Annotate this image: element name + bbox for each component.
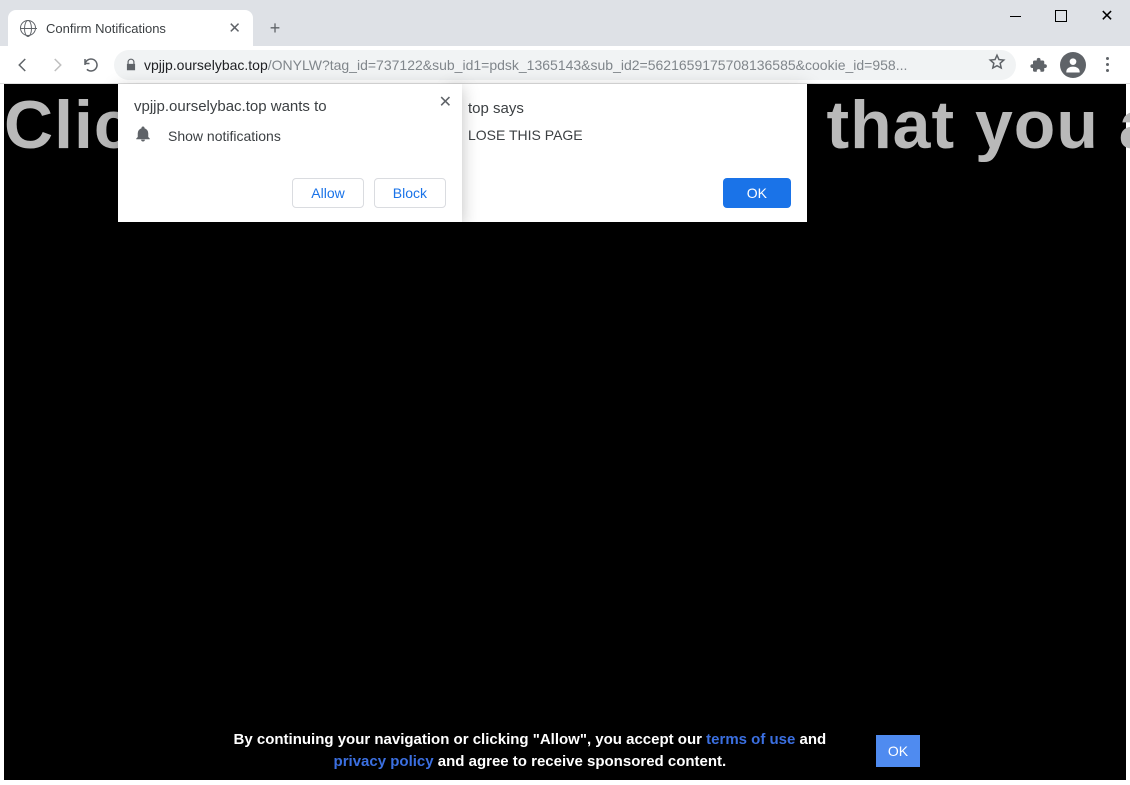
privacy-link[interactable]: privacy policy [334,753,434,770]
alert-ok-button[interactable]: OK [723,178,791,208]
prompt-permission-label: Show notifications [168,128,281,144]
menu-button[interactable] [1090,50,1124,80]
prompt-origin: vpjjp.ourselybac.top wants to [118,84,462,121]
consent-post: and agree to receive sponsored content. [434,753,727,770]
url-text: vpjjp.ourselybac.top/ONYLW?tag_id=737122… [144,57,980,73]
lock-icon [124,58,138,72]
notification-permission-prompt: ✕ vpjjp.ourselybac.top wants to Show not… [118,84,462,222]
consent-ok-button[interactable]: OK [876,735,920,767]
url-path: /ONYLW?tag_id=737122&sub_id1=pdsk_136514… [268,57,908,73]
consent-bar: By continuing your navigation or clickin… [4,722,1126,780]
terms-link[interactable]: terms of use [706,731,795,748]
new-tab-button[interactable]: + [261,14,289,42]
tab-title: Confirm Notifications [46,21,166,36]
forward-button[interactable] [40,50,74,80]
window-controls: ✕ [992,0,1130,32]
bookmark-star-icon[interactable] [988,53,1006,76]
window-maximize-button[interactable] [1038,0,1084,32]
prompt-close-icon[interactable]: ✕ [439,92,452,112]
consent-and: and [795,731,826,748]
window-minimize-button[interactable] [992,0,1038,32]
consent-pre: By continuing your navigation or clickin… [234,731,707,748]
url-host: vpjjp.ourselybac.top [144,57,268,73]
back-button[interactable] [6,50,40,80]
allow-button[interactable]: Allow [292,178,363,208]
toolbar: vpjjp.ourselybac.top/ONYLW?tag_id=737122… [0,46,1130,84]
profile-avatar[interactable] [1060,52,1086,78]
alert-title: top says [468,100,791,117]
reload-button[interactable] [74,50,108,80]
window-close-button[interactable]: ✕ [1084,0,1130,32]
globe-icon [20,20,36,36]
bell-icon [134,125,152,146]
javascript-alert: top says LOSE THIS PAGE OK [452,84,807,222]
browser-tab[interactable]: Confirm Notifications ✕ [8,10,253,46]
extensions-icon[interactable] [1022,50,1056,80]
consent-text: By continuing your navigation or clickin… [210,729,850,774]
address-bar[interactable]: vpjjp.ourselybac.top/ONYLW?tag_id=737122… [114,50,1016,80]
tab-close-icon[interactable]: ✕ [228,19,241,37]
titlebar: Confirm Notifications ✕ + ✕ [0,0,1130,46]
block-button[interactable]: Block [374,178,446,208]
alert-body: LOSE THIS PAGE [468,127,791,143]
